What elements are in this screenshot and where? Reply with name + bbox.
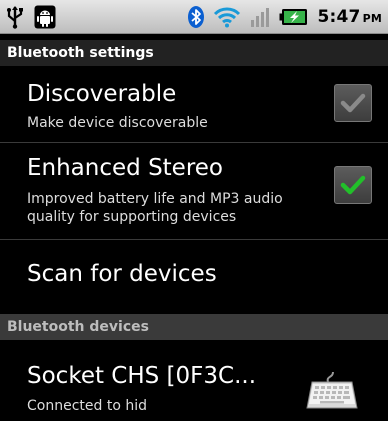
status-bar: 5:47 PM (0, 0, 388, 34)
android-debug-icon (34, 5, 56, 29)
section-header-bluetooth-devices: Bluetooth devices (0, 314, 388, 340)
battery-charging-icon (279, 7, 309, 27)
section-header-bluetooth-settings: Bluetooth settings (0, 40, 388, 66)
scan-for-devices-title: Scan for devices (27, 261, 217, 287)
check-icon (340, 93, 366, 113)
clock: 5:47 PM (317, 7, 382, 27)
device-name: Socket CHS [0F3C... (27, 363, 257, 389)
discoverable-checkbox[interactable] (334, 84, 372, 122)
device-status: Connected to hid (27, 398, 147, 414)
enhanced-stereo-checkbox[interactable] (334, 166, 372, 204)
enhanced-stereo-row[interactable]: Enhanced Stereo Improved battery life an… (0, 143, 388, 239)
scan-for-devices-row[interactable]: Scan for devices (0, 240, 388, 314)
enhanced-stereo-summary-line2: quality for supporting devices (27, 209, 237, 225)
keyboard-icon (306, 370, 358, 414)
enhanced-stereo-summary-line1: Improved battery life and MP3 audio (27, 191, 283, 207)
discoverable-summary: Make device discoverable (27, 115, 208, 131)
device-row-socket-chs[interactable]: Socket CHS [0F3C... Connected to hid (0, 340, 388, 421)
discoverable-row[interactable]: Discoverable Make device discoverable (0, 66, 388, 142)
wifi-icon (213, 6, 241, 28)
signal-icon (249, 6, 271, 28)
usb-icon (6, 5, 24, 29)
check-icon (340, 175, 366, 195)
bluetooth-icon (187, 5, 205, 29)
discoverable-title: Discoverable (27, 81, 177, 107)
enhanced-stereo-title: Enhanced Stereo (27, 155, 224, 181)
